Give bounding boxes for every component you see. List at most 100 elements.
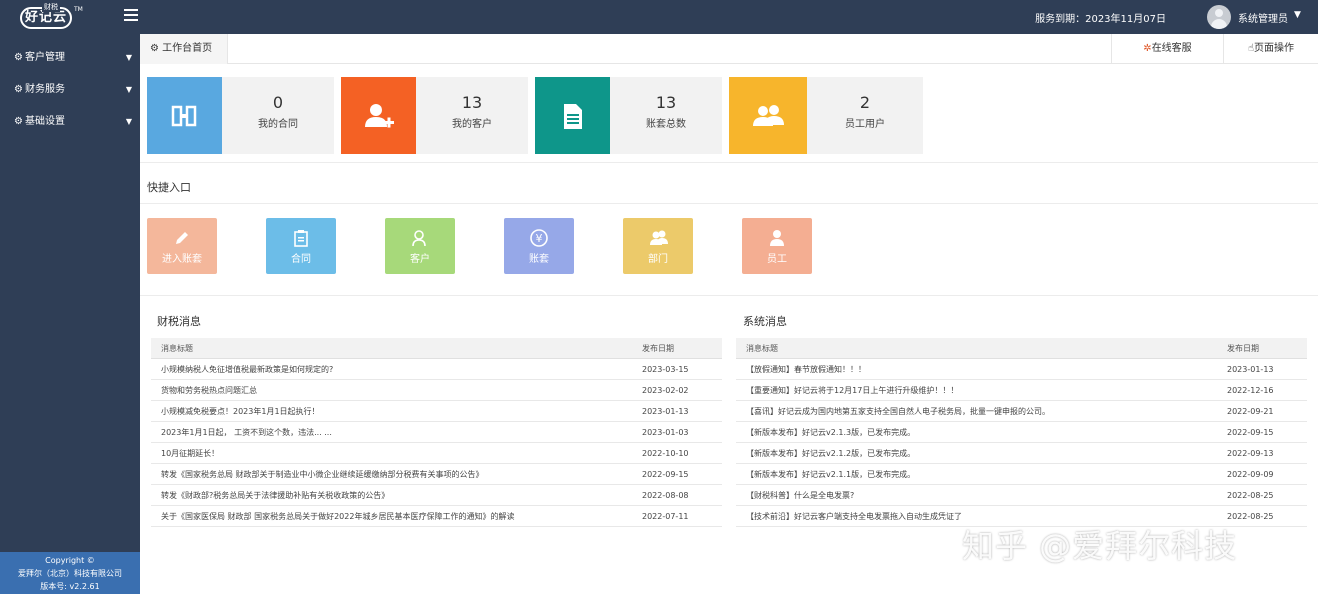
gear-icon: ⚙	[14, 52, 23, 63]
table-row[interactable]: 【重要通知】好记云将于12月17日上午进行升级维护！！！ 2022-12-16	[736, 380, 1307, 401]
stat-icon-box	[729, 77, 807, 154]
users-icon	[753, 105, 784, 126]
news-date: 2022-08-25	[1227, 491, 1274, 500]
menu-toggle-icon[interactable]	[124, 9, 138, 23]
watermark: 知乎 @爱拜尔科技	[962, 527, 1238, 565]
sidebar-item-customers[interactable]: ⚙ 客户管理 ▼	[0, 42, 140, 74]
sidebar-item-label: 基础设置	[24, 116, 65, 127]
stat-card-customers[interactable]: 13 我的客户	[341, 77, 528, 154]
tax-news-table: 消息标题 发布日期 小规模纳税人免征增值税最新政策是如何规定的? 2023-03-…	[151, 338, 722, 527]
column-header-date: 发布日期	[1227, 344, 1259, 353]
gear-icon: ⚙	[14, 84, 23, 95]
shortcut-label: 部门	[648, 254, 668, 265]
document-icon	[564, 104, 582, 129]
online-service-button[interactable]: ✲在线客服	[1111, 34, 1223, 64]
username[interactable]: 系统管理员	[1238, 10, 1288, 25]
yen-icon: ¥	[530, 229, 548, 247]
shortcut-employee[interactable]: 员工	[742, 218, 812, 274]
divider	[140, 162, 1318, 163]
news-date: 2023-02-02	[642, 386, 689, 395]
news-title[interactable]: 【喜讯】好记云成为国内地第五家支持全国自然人电子税务局，批量一键申报的公司。	[746, 401, 1216, 422]
news-title[interactable]: 【财税科普】什么是全电发票?	[746, 485, 1216, 506]
news-title[interactable]: 【新版本发布】好记云v2.1.1版，已发布完成。	[746, 464, 1216, 485]
logo-tag: 财税	[42, 2, 60, 12]
stat-card-ledgers[interactable]: 13 账套总数	[535, 77, 722, 154]
news-title[interactable]: 关于《国家医保局 财政部 国家税务总局关于做好2022年城乡居民基本医疗保障工作…	[161, 506, 631, 527]
news-title[interactable]: 转发《财政部?税务总局关于法律援助补贴有关税收政策的公告》	[161, 485, 631, 506]
shortcut-label: 员工	[767, 254, 787, 265]
table-row[interactable]: 小规模纳税人免征增值税最新政策是如何规定的? 2023-03-15	[151, 359, 722, 380]
table-row[interactable]: 【放假通知】春节放假通知！！！ 2023-01-13	[736, 359, 1307, 380]
sidebar: ⚙ 客户管理 ▼ ⚙ 财务服务 ▼ ⚙ 基础设置 ▼ Copyright © 爱拜尔（…	[0, 34, 140, 594]
table-row[interactable]: 10月征期延长！ 2022-10-10	[151, 443, 722, 464]
table-row[interactable]: 转发《国家税务总局 财政部关于制造业中小微企业继续延缓缴纳部分税费有关事项的公告…	[151, 464, 722, 485]
shortcut-label: 进入账套	[162, 254, 202, 265]
gear-icon: ⚙	[150, 43, 159, 54]
news-title[interactable]: 【新版本发布】好记云v2.1.2版，已发布完成。	[746, 443, 1216, 464]
shortcut-label: 合同	[291, 254, 311, 265]
table-row[interactable]: 关于《国家医保局 财政部 国家税务总局关于做好2022年城乡居民基本医疗保障工作…	[151, 506, 722, 527]
stat-icon-box	[341, 77, 416, 154]
sidebar-footer: Copyright © 爱拜尔（北京）科技有限公司 版本号: v2.2.61	[0, 552, 140, 594]
logo-tm: TM	[74, 6, 83, 13]
news-title[interactable]: 10月征期延长！	[161, 443, 631, 464]
sidebar-item-settings[interactable]: ⚙ 基础设置 ▼	[0, 106, 140, 138]
column-header-title: 消息标题	[746, 344, 778, 353]
table-row[interactable]: 【财税科普】什么是全电发票? 2022-08-25	[736, 485, 1307, 506]
pencil-icon	[176, 232, 188, 244]
user-avatar-icon[interactable]	[1207, 5, 1231, 29]
shortcut-enter-ledger[interactable]: 进入账套	[147, 218, 217, 274]
column-header-title: 消息标题	[161, 344, 193, 353]
clipboard-icon	[294, 230, 308, 247]
gear-icon: ⚙	[14, 116, 23, 127]
shortcut-department[interactable]: 部门	[623, 218, 693, 274]
contract-icon	[171, 105, 197, 127]
table-row[interactable]: 小规模减免税要点！2023年1月1日起执行！ 2023-01-13	[151, 401, 722, 422]
news-title[interactable]: 2023年1月1日起， 工资不到这个数，违法... ...	[161, 422, 631, 443]
version: 版本号: v2.2.61	[40, 582, 100, 591]
stat-value: 13	[461, 93, 483, 112]
table-row[interactable]: 【新版本发布】好记云v2.1.3版，已发布完成。 2022-09-15	[736, 422, 1307, 443]
stat-card-contracts[interactable]: 0 我的合同	[147, 77, 334, 154]
shortcut-customer[interactable]: 客户	[385, 218, 455, 274]
news-title[interactable]: 小规模减免税要点！2023年1月1日起执行！	[161, 401, 631, 422]
table-row[interactable]: 2023年1月1日起， 工资不到这个数，违法... ... 2023-01-03	[151, 422, 722, 443]
news-date: 2022-09-09	[1227, 470, 1274, 479]
table-row[interactable]: 【喜讯】好记云成为国内地第五家支持全国自然人电子税务局，批量一键申报的公司。 20…	[736, 401, 1307, 422]
table-header: 消息标题 发布日期	[151, 338, 722, 359]
online-service-label: 在线客服	[1151, 43, 1192, 54]
service-date: 2023年11月07日	[1085, 14, 1166, 25]
sidebar-item-finance[interactable]: ⚙ 财务服务 ▼	[0, 74, 140, 106]
news-title[interactable]: 【新版本发布】好记云v2.1.3版，已发布完成。	[746, 422, 1216, 443]
table-row[interactable]: 【新版本发布】好记云v2.1.2版，已发布完成。 2022-09-13	[736, 443, 1307, 464]
news-date: 2023-01-13	[1227, 365, 1274, 374]
shortcut-contract[interactable]: 合同	[266, 218, 336, 274]
news-title[interactable]: 【重要通知】好记云将于12月17日上午进行升级维护！！！	[746, 380, 1216, 401]
shortcut-label: 账套	[529, 254, 549, 265]
app-logo[interactable]: 好记云 财税 TM	[14, 2, 84, 30]
svg-text:¥: ¥	[536, 232, 543, 245]
news-date: 2022-08-08	[642, 491, 689, 500]
top-bar: 好记云 财税 TM 服务到期：2023年11月07日 系统管理员 ▼	[0, 0, 1318, 34]
shortcuts-title: 快捷入口	[147, 181, 191, 194]
news-title[interactable]: 【放假通知】春节放假通知！！！	[746, 359, 1216, 380]
page-operations-button[interactable]: ☝页面操作	[1223, 34, 1318, 64]
tab-home-label: 工作台首页	[162, 43, 213, 54]
stat-value: 0	[272, 93, 284, 112]
table-row[interactable]: 【新版本发布】好记云v2.1.1版，已发布完成。 2022-09-09	[736, 464, 1307, 485]
shortcut-ledger[interactable]: ¥ 账套	[504, 218, 574, 274]
system-news-table: 消息标题 发布日期 【放假通知】春节放假通知！！！ 2023-01-13 【重要通知…	[736, 338, 1307, 527]
tab-home[interactable]: ⚙ 工作台首页	[140, 34, 228, 64]
stat-card-employees[interactable]: 2 员工用户	[729, 77, 923, 154]
stat-label: 我的合同	[258, 119, 298, 130]
table-header: 消息标题 发布日期	[736, 338, 1307, 359]
news-title[interactable]: 小规模纳税人免征增值税最新政策是如何规定的?	[161, 359, 631, 380]
news-title[interactable]: 货物和劳务税热点问题汇总	[161, 380, 631, 401]
shortcut-label: 客户	[410, 254, 430, 265]
table-row[interactable]: 货物和劳务税热点问题汇总 2023-02-02	[151, 380, 722, 401]
copyright: Copyright ©	[45, 556, 95, 565]
chevron-down-icon[interactable]: ▼	[1294, 10, 1301, 20]
news-title[interactable]: 转发《国家税务总局 财政部关于制造业中小微企业继续延缓缴纳部分税费有关事项的公告…	[161, 464, 631, 485]
stat-label: 我的客户	[452, 119, 492, 130]
table-row[interactable]: 转发《财政部?税务总局关于法律援助补贴有关税收政策的公告》 2022-08-08	[151, 485, 722, 506]
